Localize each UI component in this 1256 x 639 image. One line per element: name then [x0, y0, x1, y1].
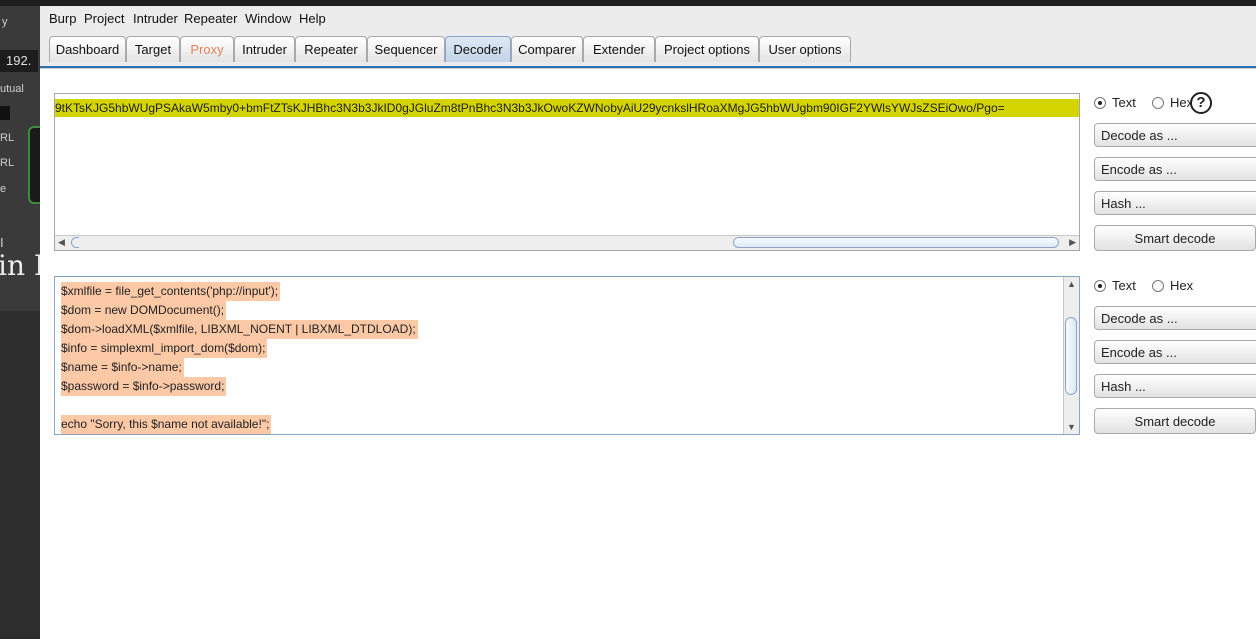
format-selector-2: Text Hex — [1094, 276, 1256, 300]
decoder-content: 9tKTsKJG5hbWUgPSAkaW5mby0+bmFtZTsKJHBhc3… — [40, 68, 1256, 639]
vertical-scrollbar[interactable]: ▲ ▼ — [1063, 277, 1079, 434]
background-label: RL — [0, 157, 15, 169]
help-icon[interactable]: ? — [1190, 92, 1212, 114]
background-window: y 192. utual RL RL e I in I — [0, 6, 40, 638]
horizontal-scrollbar[interactable]: ◀ ▶ — [55, 235, 1079, 250]
tab-proxy[interactable]: Proxy — [180, 36, 234, 62]
tab-user-options[interactable]: User options — [759, 36, 851, 62]
menu-repeater[interactable]: Repeater — [184, 11, 237, 26]
scrollbar-thumb-start — [71, 237, 79, 248]
tab-decoder[interactable]: Decoder — [445, 36, 511, 62]
code-line: $info = simplexml_import_dom($dom); — [61, 339, 268, 358]
radio-text-1[interactable] — [1094, 97, 1106, 109]
background-label: I — [0, 235, 4, 250]
menu-intruder[interactable]: Intruder — [133, 11, 178, 26]
radio-text-label: Text — [1112, 95, 1136, 110]
menu-project[interactable]: Project — [84, 11, 124, 26]
encode-as-button-1[interactable]: Encode as ... — [1094, 157, 1256, 181]
hash-button-2[interactable]: Hash ... — [1094, 374, 1256, 398]
background-ip-field: 192. — [0, 50, 38, 72]
code-line: $dom->loadXML($xmlfile, LIBXML_NOENT | L… — [61, 320, 418, 339]
encoded-text-area[interactable]: 9tKTsKJG5hbWUgPSAkaW5mby0+bmFtZTsKJHBhc3… — [54, 93, 1080, 251]
tab-intruder[interactable]: Intruder — [234, 36, 295, 62]
tab-target[interactable]: Target — [126, 36, 180, 62]
background-heading: in I — [0, 249, 40, 282]
code-line: $xmlfile = file_get_contents('php://inpu… — [61, 282, 281, 301]
tab-comparer[interactable]: Comparer — [511, 36, 583, 62]
menu-window[interactable]: Window — [245, 11, 291, 26]
encode-as-button-2[interactable]: Encode as ... — [1094, 340, 1256, 364]
radio-hex-label: Hex — [1170, 278, 1194, 293]
scrollbar-thumb[interactable] — [733, 237, 1059, 248]
scroll-left-icon[interactable]: ◀ — [58, 237, 65, 248]
decoder-controls-2: Text Hex Decode as ... Encode as ... Has… — [1094, 276, 1256, 434]
menu-bar: Burp Project Intruder Repeater Window He… — [40, 6, 1256, 32]
background-label: utual — [0, 83, 24, 95]
code-line: $name = $info->name; — [61, 358, 184, 377]
decoded-code[interactable]: $xmlfile = file_get_contents('php://inpu… — [61, 282, 1061, 434]
burp-window: Burp Project Intruder Repeater Window He… — [40, 6, 1256, 639]
radio-text-2[interactable] — [1094, 280, 1106, 292]
tab-project-options[interactable]: Project options — [655, 36, 759, 62]
scroll-up-icon[interactable]: ▲ — [1067, 279, 1076, 289]
smart-decode-button-2[interactable]: Smart decode — [1094, 408, 1256, 434]
background-arrow — [0, 106, 10, 120]
main-tab-bar: Dashboard Target Proxy Intruder Repeater… — [40, 32, 1256, 66]
scrollbar-thumb[interactable] — [1065, 317, 1077, 395]
scroll-right-icon[interactable]: ▶ — [1069, 237, 1076, 248]
tab-sequencer[interactable]: Sequencer — [367, 36, 445, 62]
tab-dashboard[interactable]: Dashboard — [49, 36, 126, 62]
decode-as-button-1[interactable]: Decode as ... — [1094, 123, 1256, 147]
scroll-down-icon[interactable]: ▼ — [1067, 422, 1076, 432]
menu-burp[interactable]: Burp — [49, 11, 76, 26]
background-label: e — [0, 183, 7, 195]
decode-as-button-2[interactable]: Decode as ... — [1094, 306, 1256, 330]
code-line: $dom = new DOMDocument(); — [61, 301, 227, 320]
background-label: y — [2, 16, 8, 28]
tab-extender[interactable]: Extender — [583, 36, 655, 62]
code-line: $password = $info->password; — [61, 377, 227, 396]
menu-help[interactable]: Help — [299, 11, 326, 26]
smart-decode-button-1[interactable]: Smart decode — [1094, 225, 1256, 251]
code-line: echo "Sorry, this $name not available!"; — [61, 415, 272, 434]
radio-hex-1[interactable] — [1152, 97, 1164, 109]
format-selector-1: Text Hex ? — [1094, 92, 1256, 117]
background-highlight-frame — [28, 126, 40, 204]
hash-button-1[interactable]: Hash ... — [1094, 191, 1256, 215]
background-label: RL — [0, 132, 15, 144]
decoder-controls-1: Text Hex ? Decode as ... Encode as ... H… — [1094, 92, 1256, 251]
decoded-text-area[interactable]: $xmlfile = file_get_contents('php://inpu… — [54, 276, 1080, 435]
radio-text-label: Text — [1112, 278, 1136, 293]
encoded-text[interactable]: 9tKTsKJG5hbWUgPSAkaW5mby0+bmFtZTsKJHBhc3… — [55, 99, 1079, 117]
radio-hex-2[interactable] — [1152, 280, 1164, 292]
tab-repeater[interactable]: Repeater — [295, 36, 367, 62]
